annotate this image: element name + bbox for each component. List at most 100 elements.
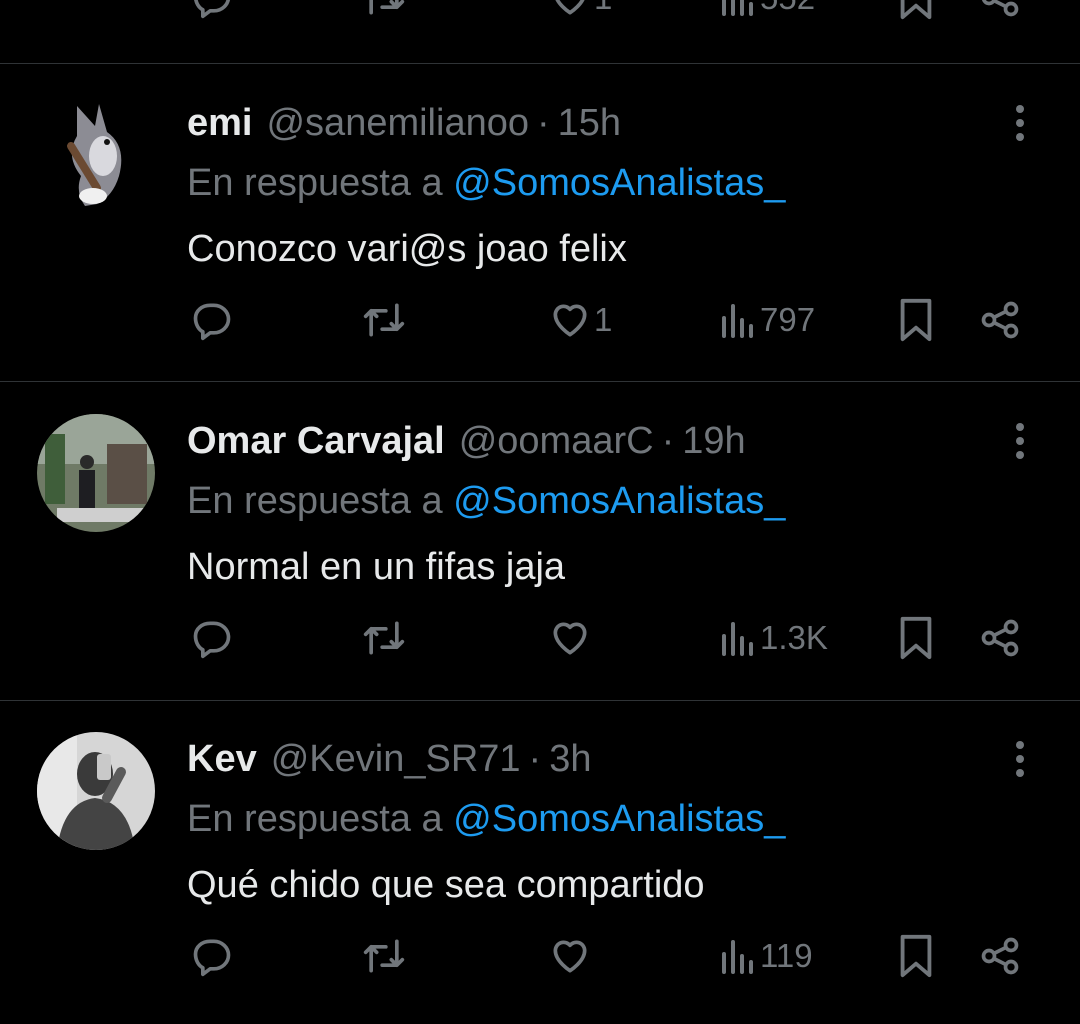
- bookmark-button[interactable]: [896, 0, 936, 28]
- views-button[interactable]: 119: [718, 926, 813, 986]
- more-button[interactable]: [1002, 736, 1038, 782]
- reply-mention-link[interactable]: @SomosAnalistas_: [453, 798, 785, 840]
- handle[interactable]: @sanemilianoo: [266, 102, 529, 145]
- like-button[interactable]: [548, 608, 594, 668]
- views-button[interactable]: 552: [718, 0, 815, 28]
- view-count: 797: [760, 301, 816, 338]
- reply-button[interactable]: [190, 0, 234, 28]
- timestamp[interactable]: 3h: [549, 738, 591, 781]
- reply-icon: [193, 939, 231, 977]
- retweet-icon: [363, 621, 405, 655]
- reply-context: En respuesta a @SomosAnalistas_: [187, 798, 785, 841]
- like-button[interactable]: 1: [548, 290, 612, 350]
- retweet-button[interactable]: [360, 290, 408, 350]
- handle[interactable]: @Kevin_SR71: [271, 738, 521, 781]
- more-button[interactable]: [1002, 100, 1038, 146]
- retweet-button[interactable]: [360, 608, 408, 668]
- more-icon: [1016, 105, 1024, 113]
- like-icon: [553, 940, 587, 973]
- tweet-actions: 1.3K: [0, 608, 1080, 668]
- view-count: 119: [760, 937, 813, 974]
- previous-tweet-actions: 1 552: [0, 0, 1080, 28]
- separator: ·: [536, 101, 550, 144]
- reply-context: En respuesta a @SomosAnalistas_: [187, 162, 785, 205]
- timestamp[interactable]: 19h: [682, 420, 745, 463]
- views-button[interactable]: 797: [718, 290, 815, 350]
- more-button[interactable]: [1002, 418, 1038, 464]
- tweet-actions: 119: [0, 926, 1080, 986]
- separator: ·: [661, 419, 675, 462]
- reply-prefix: En respuesta a: [187, 162, 443, 204]
- reply-tweet[interactable]: Kev @Kevin_SR71 · 3h En respuesta a @Som…: [0, 706, 1080, 1024]
- reply-icon: [194, 0, 231, 19]
- tweet-text: Qué chido que sea compartido: [187, 864, 705, 906]
- more-icon: [1016, 423, 1024, 431]
- bookmark-icon: [900, 0, 932, 20]
- display-name[interactable]: emi: [187, 102, 252, 145]
- bookmark-button[interactable]: [896, 290, 936, 350]
- reply-prefix: En respuesta a: [187, 480, 443, 522]
- share-button[interactable]: [978, 290, 1022, 350]
- bookmark-button[interactable]: [896, 608, 936, 668]
- avatar[interactable]: [37, 414, 155, 532]
- reply-icon: [193, 621, 231, 659]
- like-count: 1: [594, 301, 613, 338]
- timestamp[interactable]: 15h: [558, 102, 621, 145]
- like-icon: [553, 622, 587, 655]
- retweet-icon: [369, 0, 405, 15]
- views-icon: [722, 622, 753, 656]
- reply-mention-link[interactable]: @SomosAnalistas_: [453, 480, 785, 522]
- reply-context: En respuesta a @SomosAnalistas_: [187, 480, 785, 523]
- share-icon: [981, 619, 1019, 657]
- divider: [0, 381, 1080, 382]
- tweet-header: emi @sanemilianoo · 15h: [187, 98, 621, 148]
- share-icon: [981, 937, 1019, 975]
- mirror-selfie-avatar: [37, 732, 155, 850]
- share-icon: [981, 0, 1019, 17]
- bookmark-icon: [900, 616, 932, 660]
- display-name[interactable]: Kev: [187, 738, 257, 781]
- handle[interactable]: @oomaarC: [459, 420, 654, 463]
- retweet-icon: [363, 939, 405, 973]
- reply-tweet[interactable]: Omar Carvajal @oomaarC · 19h En respuest…: [0, 388, 1080, 706]
- tweet-header: Omar Carvajal @oomaarC · 19h: [187, 416, 746, 466]
- share-icon: [981, 301, 1019, 339]
- divider: [0, 63, 1080, 64]
- avatar[interactable]: [37, 732, 155, 850]
- view-count: 552: [760, 0, 815, 17]
- tweet-actions: 1 797: [0, 290, 1080, 350]
- tweet-header: Kev @Kevin_SR71 · 3h: [187, 734, 591, 784]
- retweet-icon: [363, 303, 405, 337]
- bookmark-icon: [900, 934, 932, 978]
- reply-mention-link[interactable]: @SomosAnalistas_: [453, 162, 785, 204]
- more-icon: [1016, 741, 1024, 749]
- reply-button[interactable]: [190, 608, 234, 668]
- bookmark-button[interactable]: [896, 926, 936, 986]
- bugs-bunny-avatar: [37, 96, 155, 214]
- reply-button[interactable]: [190, 926, 234, 986]
- share-button[interactable]: [978, 0, 1022, 28]
- divider: [0, 700, 1080, 701]
- views-button[interactable]: 1.3K: [718, 608, 828, 668]
- like-icon: [553, 304, 587, 337]
- retweet-button[interactable]: [360, 926, 408, 986]
- share-button[interactable]: [978, 926, 1022, 986]
- bookmark-icon: [900, 298, 932, 342]
- views-icon: [722, 940, 753, 974]
- retweet-button[interactable]: [360, 0, 408, 28]
- like-count: 1: [594, 0, 612, 17]
- tweet-text: Normal en un fifas jaja: [187, 546, 566, 588]
- like-button[interactable]: 1: [548, 0, 612, 28]
- view-count: 1.3K: [760, 619, 828, 656]
- reply-prefix: En respuesta a: [187, 798, 443, 840]
- separator: ·: [528, 737, 542, 780]
- reply-tweet[interactable]: emi @sanemilianoo · 15h En respuesta a @…: [0, 70, 1080, 388]
- avatar[interactable]: [37, 96, 155, 214]
- tweet-text: Conozco vari@s joao felix: [187, 228, 627, 270]
- display-name[interactable]: Omar Carvajal: [187, 420, 445, 463]
- views-icon: [722, 304, 753, 338]
- reply-button[interactable]: [190, 290, 234, 350]
- share-button[interactable]: [978, 608, 1022, 668]
- like-icon: [555, 0, 585, 15]
- like-button[interactable]: [548, 926, 594, 986]
